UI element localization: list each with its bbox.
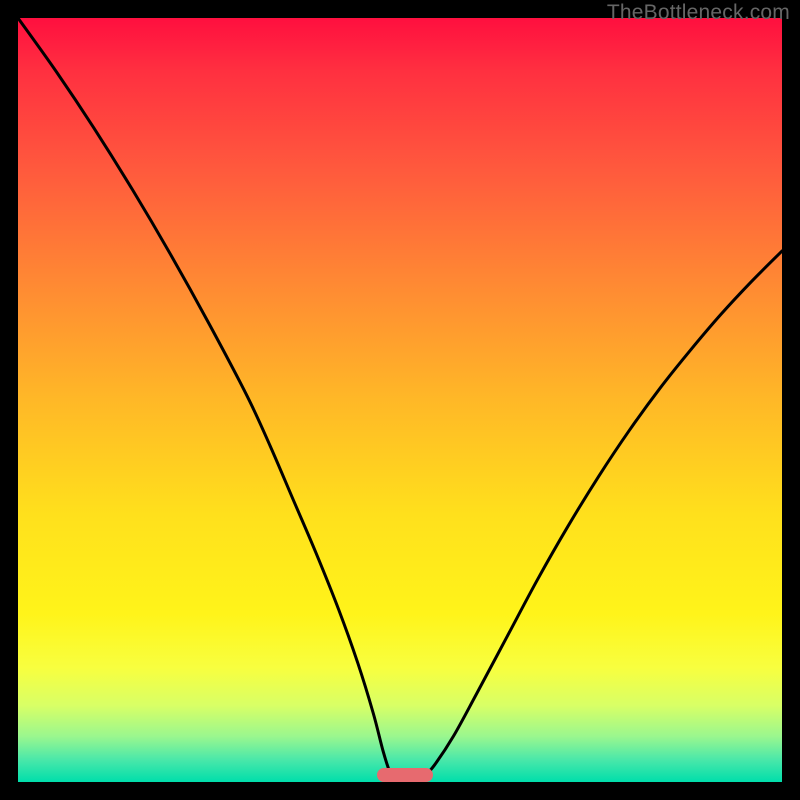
right-curve bbox=[422, 251, 782, 779]
curve-layer bbox=[18, 18, 782, 782]
watermark-text: TheBottleneck.com bbox=[607, 1, 790, 25]
bottleneck-marker bbox=[377, 768, 433, 782]
left-curve bbox=[18, 18, 394, 779]
plot-area bbox=[18, 18, 782, 782]
chart-frame: TheBottleneck.com bbox=[0, 0, 800, 800]
